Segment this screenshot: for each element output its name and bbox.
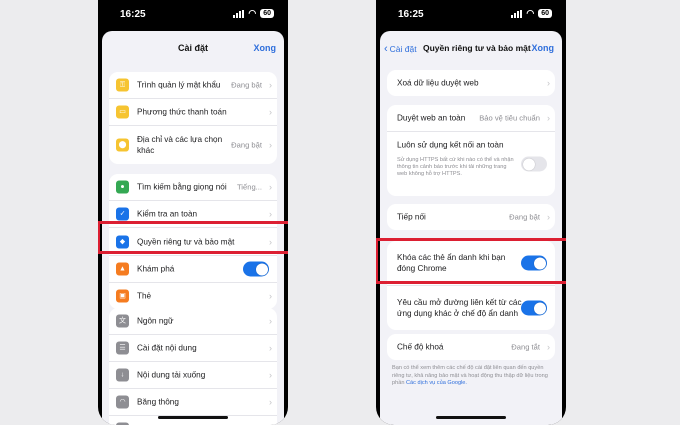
chevron-right-icon: › <box>547 113 550 123</box>
chevron-right-icon: › <box>547 342 550 352</box>
status-time: 16:25 <box>398 9 424 20</box>
settings-row[interactable]: ⚿ Trình quản lý mật khẩu Đang bật › <box>109 72 277 99</box>
shield-check-icon: ✓ <box>116 207 129 221</box>
row-value: Đang bật <box>509 212 540 222</box>
clear-browsing-data-row[interactable]: Xoá dữ liệu duyệt web › <box>387 70 555 96</box>
google-services-link[interactable]: Các dịch vụ của Google. <box>406 380 467 386</box>
settings-row[interactable]: ☰ Cài đặt nội dung › <box>109 335 277 362</box>
done-button[interactable]: Xong <box>254 43 277 53</box>
handoff-row[interactable]: Tiếp nối Đang bật › <box>387 204 555 230</box>
location-icon: ⬤ <box>116 138 129 152</box>
row-label: Băng thông <box>137 397 179 407</box>
status-bar: 16:25 ◠ 60 <box>376 0 566 30</box>
content-icon: ☰ <box>116 341 129 355</box>
tabs-icon: ▣ <box>116 289 129 303</box>
settings-row[interactable]: ● Tìm kiếm bằng giọng nói Tiếng... › <box>109 174 277 201</box>
nav-bar: Cài đặt Xong <box>102 31 284 65</box>
row-label: Duyệt web an toàn <box>397 113 466 123</box>
row-value: Đang tắt <box>511 342 540 352</box>
mic-icon: ● <box>116 180 129 194</box>
group-clear-data: Xoá dữ liệu duyệt web › <box>387 70 555 96</box>
row-label: Yêu cầu mở đường liên kết từ các ứng dụn… <box>397 298 522 318</box>
settings-row[interactable]: 文 Ngôn ngữ › <box>109 308 277 335</box>
signal-icon <box>233 9 245 18</box>
settings-group-advanced: 文 Ngôn ngữ › ☰ Cài đặt nội dung › ↓ Nội dung tả… <box>109 308 277 425</box>
row-label: Phương thức thanh toán <box>137 107 227 117</box>
group-lockdown: Chế độ khoá Đang tắt › <box>387 334 555 360</box>
key-icon: ⚿ <box>116 78 129 92</box>
chevron-right-icon: › <box>269 209 272 219</box>
settings-row[interactable]: ▣ Thẻ › <box>109 283 277 309</box>
row-value: Đang bật <box>231 80 262 90</box>
https-row: Luôn sử dụng kết nối an toàn Sử dụng HTT… <box>387 132 555 196</box>
row-label: Luôn sử dụng kết nối an toàn <box>397 140 504 150</box>
row-label: Địa chỉ và các lựa chọn khác <box>137 135 223 155</box>
settings-group-passwords: ⚿ Trình quản lý mật khẩu Đang bật › ▭ Phương … <box>109 72 277 164</box>
row-label: Chế độ khoá <box>397 342 444 352</box>
privacy-footer: Bạn có thể xem thêm các chế độ cài đặt l… <box>392 365 550 388</box>
row-label: Xoá dữ liệu duyệt web <box>397 78 479 88</box>
battery-icon: 60 <box>538 9 552 18</box>
row-label: Ngôn ngữ <box>137 316 174 326</box>
safe-browsing-row[interactable]: Duyệt web an toàn Bảo vệ tiêu chuẩn › <box>387 105 555 132</box>
left-phone-screen: 16:25 ◠ 60 Cài đặt Xong ⚿ Trình quản lý m… <box>98 0 288 425</box>
chevron-right-icon: › <box>269 291 272 301</box>
row-label: Trình quản lý mật khẩu <box>137 80 221 90</box>
chevron-right-icon: › <box>547 78 550 88</box>
home-indicator <box>436 416 506 419</box>
chevron-left-icon: ‹ <box>384 43 388 55</box>
chevron-right-icon: › <box>269 397 272 407</box>
chevron-right-icon: › <box>269 140 272 150</box>
translate-icon: 文 <box>116 314 129 328</box>
settings-row[interactable]: ◠ Băng thông › <box>109 389 277 416</box>
chevron-right-icon: › <box>547 212 550 222</box>
signal-icon <box>511 9 523 18</box>
battery-icon: 60 <box>260 9 274 18</box>
wifi-icon: ◠ <box>248 8 257 18</box>
row-value: Bảo vệ tiêu chuẩn <box>479 113 540 123</box>
row-label: Thẻ <box>137 291 152 301</box>
chevron-right-icon: › <box>269 80 272 90</box>
chevron-right-icon: › <box>269 316 272 326</box>
settings-row[interactable]: ▲ Khám phá <box>109 256 277 283</box>
status-bar: 16:25 ◠ 60 <box>98 0 288 30</box>
https-toggle[interactable] <box>521 156 547 172</box>
row-label: Khám phá <box>137 264 175 274</box>
status-time: 16:25 <box>120 9 146 20</box>
chevron-right-icon: › <box>269 370 272 380</box>
download-icon: ↓ <box>116 368 129 382</box>
wifi-icon: ◠ <box>526 8 535 18</box>
row-label: Nội dung tải xuống <box>137 370 206 380</box>
row-description: Sử dụng HTTPS bất cứ khi nào có thể và n… <box>397 157 514 177</box>
lockdown-mode-row[interactable]: Chế độ khoá Đang tắt › <box>387 334 555 360</box>
flame-icon: ▲ <box>116 262 129 276</box>
group-security: Duyệt web an toàn Bảo vệ tiêu chuẩn › Lu… <box>387 105 555 196</box>
right-phone-screen: 16:25 ◠ 60 ‹ Cài đặt Quyền riêng tư và b… <box>376 0 566 425</box>
chevron-right-icon: › <box>269 343 272 353</box>
chevron-right-icon: › <box>269 182 272 192</box>
row-label: Tiếp nối <box>397 212 426 222</box>
chevron-right-icon: › <box>269 107 272 117</box>
row-label: Cài đặt nội dung <box>137 343 197 353</box>
wifi-icon: ◠ <box>116 395 129 409</box>
highlight-privacy-row <box>98 221 288 254</box>
ask-open-links-toggle[interactable] <box>521 300 547 316</box>
discover-toggle[interactable] <box>243 261 269 277</box>
highlight-lock-incognito-row <box>376 238 566 284</box>
row-label: Kiểm tra an toàn <box>137 209 198 219</box>
privacy-sheet: ‹ Cài đặt Quyền riêng tư và bảo mật Xong… <box>380 31 562 425</box>
row-value: Đang bật <box>231 140 262 150</box>
row-value: Tiếng... <box>236 182 262 192</box>
settings-row[interactable]: ⬤ Địa chỉ và các lựa chọn khác Đang bật › <box>109 126 277 164</box>
card-icon: ▭ <box>116 105 129 119</box>
ask-open-links-row: Yêu cầu mở đường liên kết từ các ứng dụn… <box>387 286 555 330</box>
nav-bar: ‹ Cài đặt Quyền riêng tư và bảo mật Xong <box>380 31 562 65</box>
done-button[interactable]: Xong <box>532 43 555 53</box>
settings-row[interactable]: ▭ Phương thức thanh toán › <box>109 99 277 126</box>
group-handoff: Tiếp nối Đang bật › <box>387 204 555 230</box>
row-label: Tìm kiếm bằng giọng nói <box>137 182 227 192</box>
settings-row[interactable]: ↓ Nội dung tải xuống › <box>109 362 277 389</box>
home-indicator <box>158 416 228 419</box>
